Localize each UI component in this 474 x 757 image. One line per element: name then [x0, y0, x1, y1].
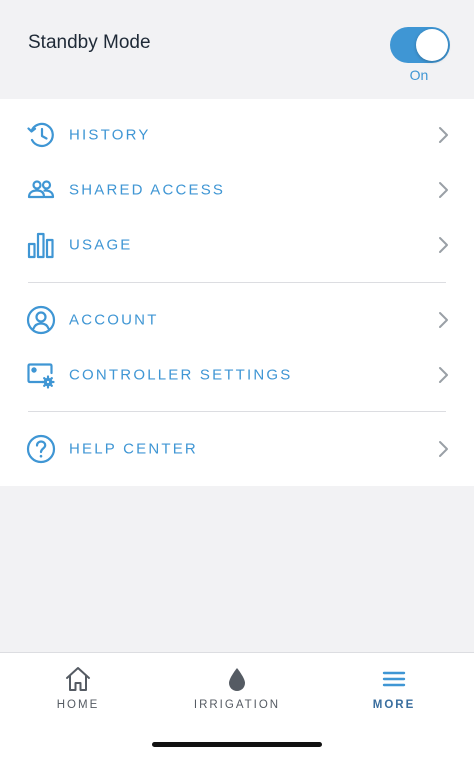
chevron-right-icon: [436, 181, 450, 199]
history-icon: [26, 120, 56, 150]
controller-gear-icon: [26, 360, 56, 390]
tab-label: MORE: [372, 699, 416, 711]
menu-item-history[interactable]: HISTORY: [0, 107, 474, 162]
menu-divider: [28, 411, 446, 412]
standby-section: Standby Mode On: [0, 0, 474, 99]
bar-chart-icon: [26, 230, 56, 260]
chevron-right-icon: [436, 126, 450, 144]
question-circle-icon: [26, 434, 56, 464]
chevron-right-icon: [436, 311, 450, 329]
people-icon: [26, 175, 56, 205]
menu-item-usage[interactable]: USAGE: [0, 217, 474, 272]
user-circle-icon: [26, 305, 56, 335]
tab-more[interactable]: MORE: [324, 653, 464, 723]
menu-item-account[interactable]: ACCOUNT: [0, 292, 474, 347]
menu-item-label: HISTORY: [69, 126, 151, 143]
home-icon: [64, 665, 92, 693]
menu-item-label: SHARED ACCESS: [69, 181, 226, 198]
chevron-right-icon: [436, 366, 450, 384]
tab-home[interactable]: HOME: [8, 653, 148, 723]
menu-item-label: USAGE: [69, 236, 133, 253]
more-menu: HISTORY SHARED ACCESS USAGE ACCOUNT CONT…: [0, 99, 474, 486]
standby-toggle-state: On: [409, 67, 429, 83]
menu-item-label: HELP CENTER: [69, 440, 198, 457]
home-indicator[interactable]: [152, 742, 322, 747]
menu-item-help-center[interactable]: HELP CENTER: [0, 421, 474, 476]
chevron-right-icon: [436, 236, 450, 254]
tab-irrigation[interactable]: IRRIGATION: [167, 653, 307, 723]
menu-divider: [28, 282, 446, 283]
tab-label: IRRIGATION: [193, 699, 281, 711]
tab-label: HOME: [56, 699, 100, 711]
menu-item-shared-access[interactable]: SHARED ACCESS: [0, 162, 474, 217]
standby-toggle[interactable]: [390, 27, 450, 63]
menu-item-label: CONTROLLER SETTINGS: [69, 366, 293, 383]
water-drop-icon: [223, 665, 251, 693]
menu-item-controller-settings[interactable]: CONTROLLER SETTINGS: [0, 347, 474, 402]
menu-icon: [380, 665, 408, 693]
chevron-right-icon: [436, 440, 450, 458]
toggle-knob: [416, 29, 448, 61]
standby-mode-title: Standby Mode: [28, 32, 151, 53]
menu-item-label: ACCOUNT: [69, 311, 159, 328]
